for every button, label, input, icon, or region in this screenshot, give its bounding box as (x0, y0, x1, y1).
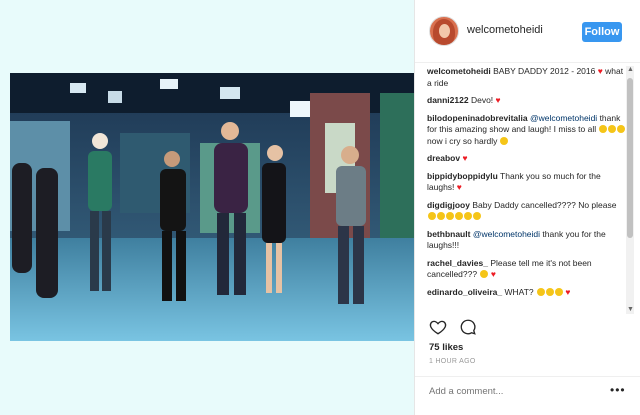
scroll-up-icon[interactable]: ▲ (627, 66, 634, 73)
crying-emoji-icon (500, 136, 509, 145)
list-item: edinardo_oliveira_ WHAT? ♥ (427, 287, 627, 299)
add-comment-input[interactable] (429, 386, 579, 397)
comment-suffix: now i cry so hardly (427, 135, 498, 146)
post-actions (429, 318, 477, 338)
post-timestamp: 1 HOUR AGO (429, 358, 476, 365)
list-item: bilodopeninadobrevitalia @welcometoheidi… (427, 113, 627, 148)
crying-emoji-icon (454, 212, 463, 220)
crying-emoji-icon (463, 212, 472, 220)
comment-username[interactable]: welcometoheidi (427, 66, 491, 76)
crying-emoji-icon (536, 287, 545, 296)
comment-text: Devo! (470, 95, 494, 105)
more-options-icon[interactable]: ••• (610, 383, 626, 397)
scroll-down-icon[interactable]: ▼ (627, 306, 634, 313)
comments-list: welcometoheidi BABY DADDY 2012 - 2016 ♥ … (427, 66, 627, 308)
comment-username[interactable]: danni2122 (427, 95, 469, 105)
list-item: welcometoheidi BABY DADDY 2012 - 2016 ♥ … (427, 66, 627, 89)
scroll-thumb[interactable] (627, 78, 633, 238)
comment-username[interactable]: bilodopeninadobrevitalia (427, 113, 528, 123)
comment-text: WHAT? (504, 286, 534, 297)
comment-username[interactable]: digdigjooy (427, 200, 470, 210)
list-item: bethbnault @welcometoheidi thank you for… (427, 229, 627, 252)
comment-username[interactable]: edinardo_oliveira_ (427, 287, 502, 297)
crying-emoji-icon (608, 125, 617, 133)
crying-emoji-icon (472, 212, 481, 220)
heart-icon: ♥ (456, 182, 462, 192)
avatar[interactable] (429, 16, 459, 46)
username[interactable]: welcometoheidi (467, 24, 543, 36)
crying-emoji-icon (445, 212, 454, 220)
post-header: welcometoheidi Follow (415, 0, 640, 63)
list-item: rachel_davies_ Please tell me it's not b… (427, 258, 627, 281)
list-item: dreabov ♥ (427, 153, 627, 165)
crying-emoji-icon (479, 270, 488, 278)
follow-button[interactable]: Follow (582, 22, 622, 42)
crying-emoji-icon (554, 287, 563, 296)
comment-username[interactable]: dreabov (427, 153, 460, 163)
heart-icon: ♥ (495, 95, 501, 105)
post-photo[interactable] (10, 73, 414, 341)
list-item: bippidyboppidylu Thank you so much for t… (427, 171, 627, 194)
list-item: digdigjooy Baby Daddy cancelled???? No p… (427, 200, 627, 223)
heart-icon: ♥ (565, 286, 571, 297)
crying-emoji-icon (599, 125, 608, 133)
comments-scrollbar[interactable]: ▲ ▼ (626, 66, 634, 314)
likes-count[interactable]: 75 likes (429, 342, 463, 353)
comment-username[interactable]: rachel_davies_ (427, 258, 488, 268)
heart-icon: ♥ (462, 153, 468, 163)
heart-icon: ♥ (597, 66, 603, 76)
crying-emoji-icon (427, 212, 436, 220)
cast-photo-illustration (10, 73, 414, 341)
comment-text: BABY DADDY 2012 - 2016 (493, 66, 596, 76)
crying-emoji-icon (617, 125, 626, 133)
post-sidebar: welcometoheidi Follow welcometoheidi BAB… (414, 0, 640, 415)
comment-bubble-icon[interactable] (459, 318, 477, 336)
comment-username[interactable]: bethbnault (427, 229, 470, 239)
crying-emoji-icon (436, 212, 445, 220)
mention-link[interactable]: @welcometoheidi (473, 229, 540, 239)
crying-emoji-icon (545, 287, 554, 296)
comment-username[interactable]: bippidyboppidylu (427, 171, 498, 181)
mention-link[interactable]: @welcometoheidi (530, 113, 597, 123)
comment-text: Baby Daddy cancelled???? No please (472, 199, 617, 210)
list-item: danni2122 Devo! ♥ (427, 95, 627, 107)
heart-icon: ♥ (490, 269, 496, 279)
heart-outline-icon[interactable] (429, 318, 447, 336)
add-comment-bar: ••• (415, 376, 640, 407)
